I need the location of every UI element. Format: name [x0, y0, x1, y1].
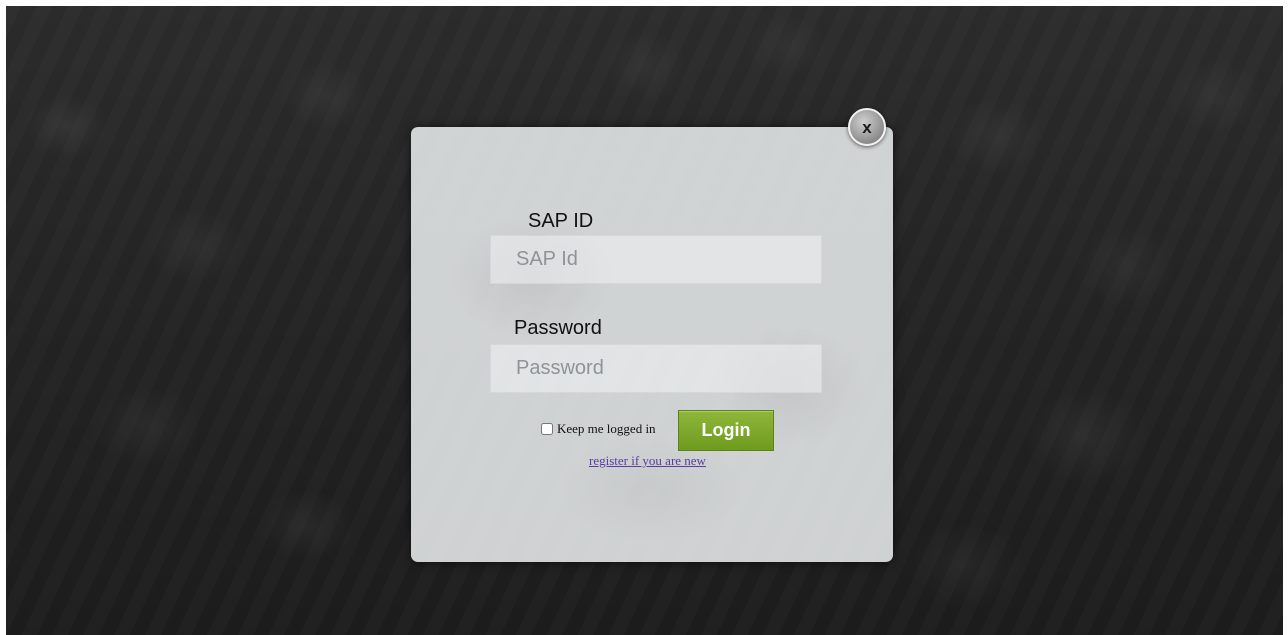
- keep-logged-in[interactable]: Keep me logged in: [541, 421, 656, 437]
- password-input[interactable]: [490, 344, 822, 393]
- close-icon: x: [862, 117, 872, 137]
- register-link[interactable]: register if you are new: [589, 453, 706, 469]
- login-button[interactable]: Login: [678, 410, 774, 451]
- keep-logged-in-label: Keep me logged in: [557, 421, 656, 436]
- sap-id-input[interactable]: [490, 235, 822, 284]
- keep-logged-in-checkbox[interactable]: [541, 423, 553, 435]
- password-label: Password: [514, 317, 602, 339]
- sap-id-label: SAP ID: [528, 210, 594, 232]
- close-button[interactable]: x: [848, 108, 886, 146]
